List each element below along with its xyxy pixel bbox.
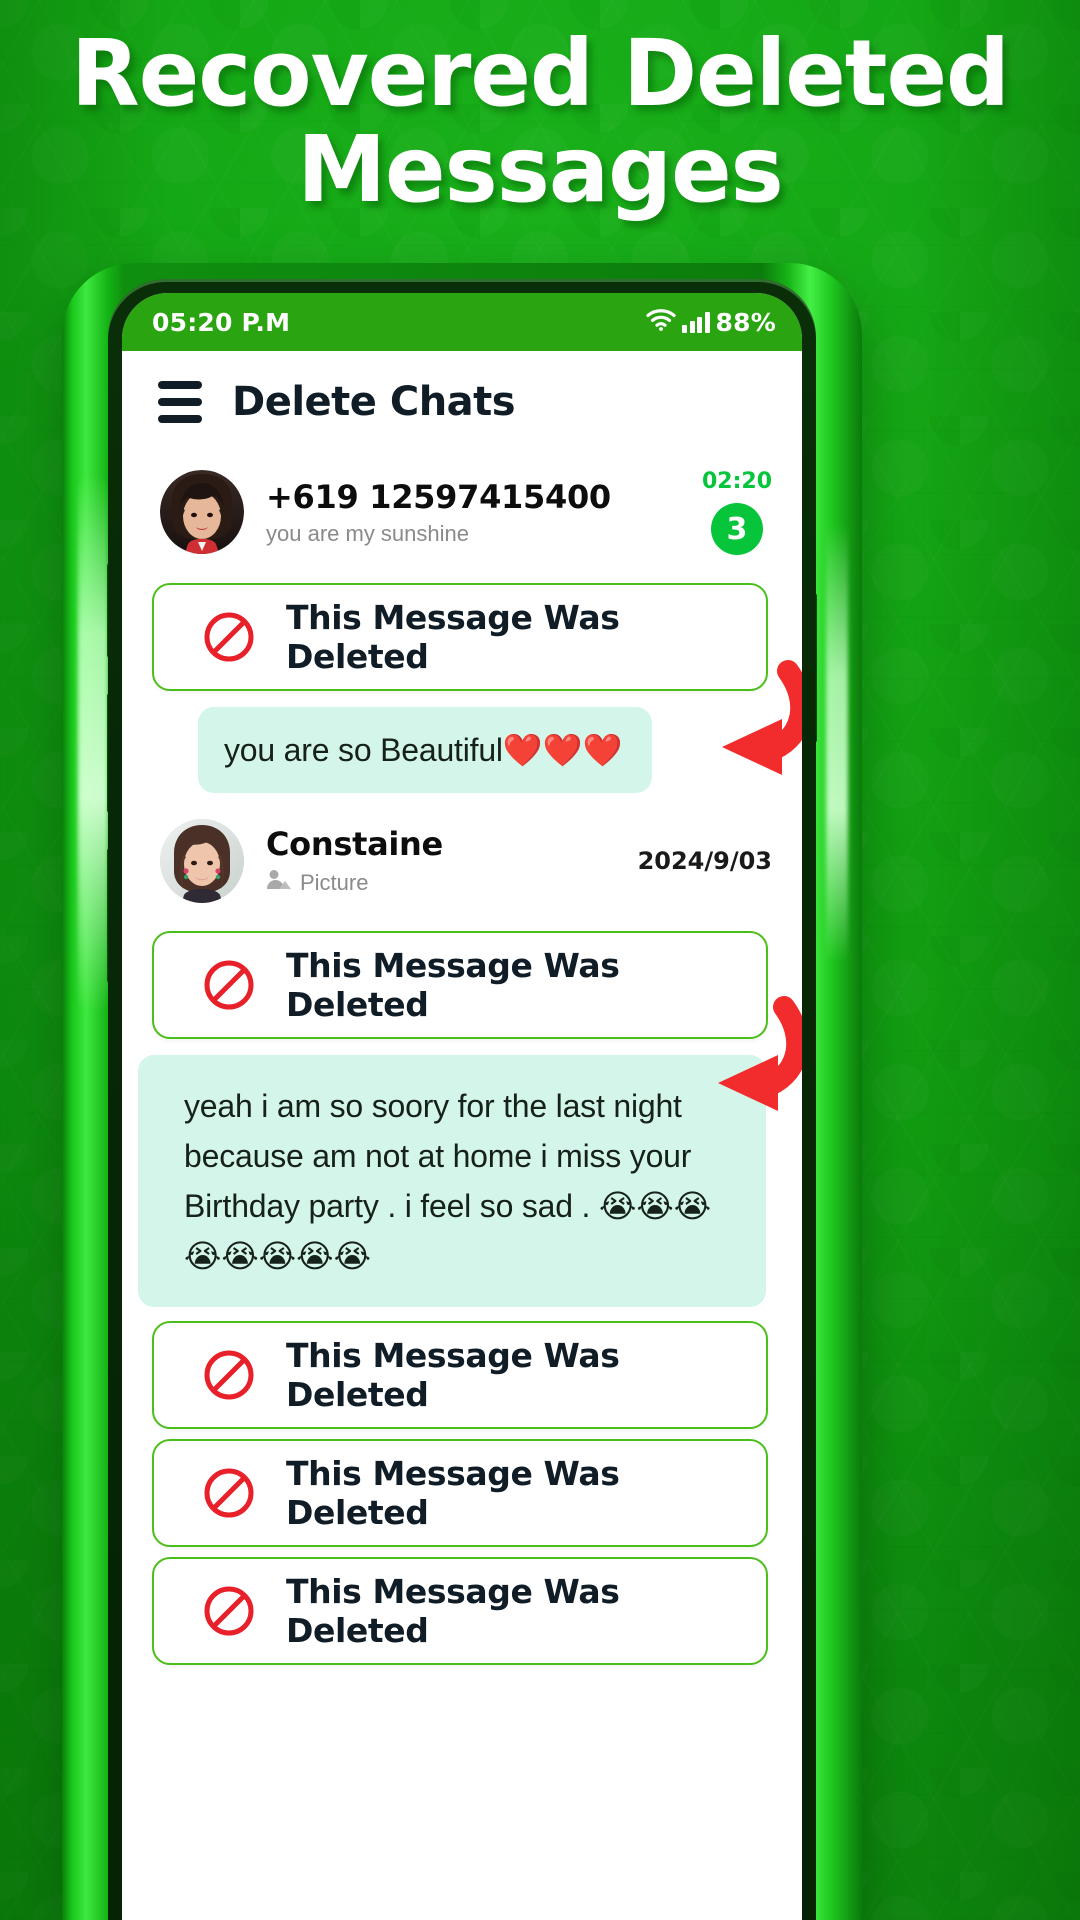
recovered-message-row: yeah i am so soory for the last night be…: [122, 996, 802, 1311]
list-item[interactable]: Constaine Picture 2024/9/03: [122, 797, 802, 921]
recovered-message-bubble[interactable]: yeah i am so soory for the last night be…: [138, 1055, 766, 1307]
chat-list[interactable]: +619 12597415400 you are my sunshine 02:…: [122, 447, 802, 1915]
message-date: 2024/9/03: [637, 847, 772, 875]
phone-bezel: 05:20 P.M 88% Delete Chats +619 12597415…: [108, 279, 816, 1920]
contact-subtitle-label: you are my sunshine: [266, 520, 469, 546]
prohibited-sign-icon: [202, 1584, 256, 1638]
contact-meta: 02:20 3: [688, 469, 772, 555]
deleted-message-card[interactable]: This Message Was Deleted: [152, 1557, 768, 1665]
deleted-message-label: This Message Was Deleted: [286, 598, 620, 676]
deleted-message-label: This Message Was Deleted: [286, 946, 620, 1024]
contact-subtitle: you are my sunshine: [266, 521, 688, 547]
shell-gloss-left: [78, 473, 108, 1013]
deleted-message-label: This Message Was Deleted: [286, 1454, 620, 1532]
deleted-message-card[interactable]: This Message Was Deleted: [152, 1321, 768, 1429]
shell-gloss-right: [826, 523, 848, 963]
message-time: 02:20: [701, 469, 772, 494]
phone-mockup: 05:20 P.M 88% Delete Chats +619 12597415…: [62, 263, 862, 1920]
recovered-message-text: you are so Beautiful: [224, 732, 503, 768]
status-time: 05:20 P.M: [152, 307, 291, 337]
contact-subtitle: Picture: [266, 868, 624, 898]
contact-subtitle-label: Picture: [300, 869, 369, 895]
promo-headline: Recovered Deleted Messages: [16, 26, 1064, 218]
deleted-message-label: This Message Was Deleted: [286, 1336, 620, 1414]
prohibited-sign-icon: [202, 1466, 256, 1520]
list-item[interactable]: +619 12597415400 you are my sunshine 02:…: [122, 447, 802, 573]
prohibited-sign-icon: [202, 610, 256, 664]
headline-line-1: Recovered Deleted: [71, 20, 1010, 127]
avatar: [160, 470, 244, 554]
phone-screen: 05:20 P.M 88% Delete Chats +619 12597415…: [122, 293, 802, 1920]
deleted-message-card[interactable]: This Message Was Deleted: [152, 1439, 768, 1547]
status-badge: 3: [710, 503, 763, 555]
recovered-message-bubble[interactable]: you are so Beautiful❤️❤️❤️: [198, 707, 652, 793]
contact-text: +619 12597415400 you are my sunshine: [266, 478, 688, 547]
hamburger-menu-icon[interactable]: [158, 381, 202, 423]
wifi-icon: [646, 308, 676, 337]
contact-name: +619 12597415400: [266, 477, 611, 516]
app-bar: Delete Chats: [122, 351, 802, 447]
deleted-message-card[interactable]: This Message Was Deleted: [152, 931, 768, 1039]
deleted-message-label: This Message Was Deleted: [286, 1572, 620, 1650]
contact-name: Constaine: [266, 824, 443, 863]
battery-percentage: 88%: [715, 307, 776, 337]
status-indicators: 88%: [646, 308, 776, 337]
status-bar: 05:20 P.M 88%: [122, 293, 802, 351]
page-title: Delete Chats: [232, 379, 516, 425]
contact-text: Constaine Picture: [266, 825, 624, 898]
contact-meta: 2024/9/03: [624, 847, 772, 875]
deleted-message-card[interactable]: This Message Was Deleted: [152, 583, 768, 691]
heart-emoji: ❤️❤️❤️: [502, 731, 623, 769]
signal-bars-icon: [682, 311, 710, 333]
prohibited-sign-icon: [202, 1348, 256, 1402]
recovered-message-row: you are so Beautiful❤️❤️❤️: [122, 660, 802, 797]
headline-line-2: Messages: [297, 116, 784, 223]
prohibited-sign-icon: [202, 958, 256, 1012]
picture-person-icon: [266, 868, 292, 898]
avatar: [160, 819, 244, 903]
